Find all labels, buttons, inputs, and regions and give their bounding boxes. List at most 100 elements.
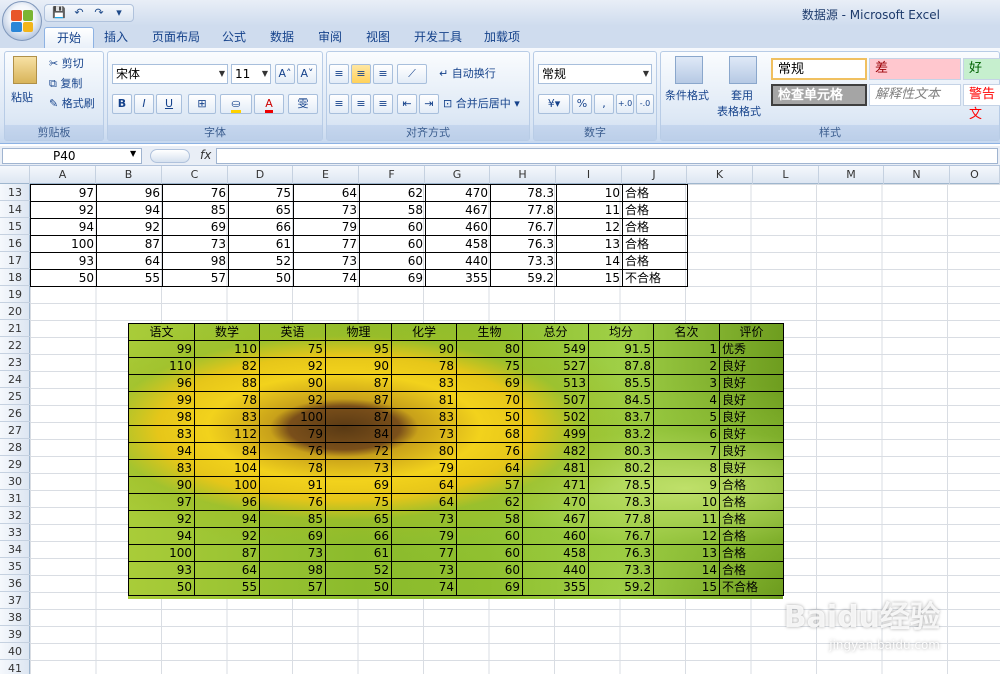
table-cell[interactable]: 良好	[719, 459, 784, 477]
table-cell[interactable]: 10	[556, 184, 623, 202]
table-cell[interactable]: 62	[456, 493, 523, 511]
table-cell[interactable]: 15	[653, 578, 720, 596]
phonetic-button[interactable]: 雯	[288, 94, 318, 114]
table-cell[interactable]: 合格	[719, 476, 784, 494]
decrease-decimal-button[interactable]: -.0	[636, 94, 654, 114]
font-color-button[interactable]: A	[254, 94, 284, 114]
table-cell[interactable]: 76	[259, 442, 326, 460]
table-cell[interactable]: 83	[128, 459, 195, 477]
table-cell[interactable]: 100	[259, 408, 326, 426]
table-cell[interactable]: 69	[162, 218, 229, 236]
table-cell[interactable]: 69	[259, 527, 326, 545]
style-bad[interactable]: 差	[869, 58, 961, 80]
row-header[interactable]: 24	[0, 371, 30, 388]
table-cell[interactable]: 95	[325, 340, 392, 358]
table-header-cell[interactable]: 生物	[456, 323, 523, 341]
table-cell[interactable]: 73.3	[490, 252, 557, 270]
table-cell[interactable]: 87	[325, 374, 392, 392]
table-cell[interactable]: 91	[259, 476, 326, 494]
table-cell[interactable]: 1	[653, 340, 720, 358]
row-header[interactable]: 17	[0, 252, 30, 269]
row-header[interactable]: 40	[0, 643, 30, 660]
table-cell[interactable]: 69	[456, 578, 523, 596]
align-left-button[interactable]: ≡	[329, 94, 349, 114]
table-cell[interactable]: 良好	[719, 374, 784, 392]
row-header[interactable]: 14	[0, 201, 30, 218]
italic-button[interactable]: I	[134, 94, 154, 114]
table-cell[interactable]: 合格	[622, 252, 688, 270]
table-cell[interactable]: 440	[425, 252, 491, 270]
table-cell[interactable]: 9	[653, 476, 720, 494]
table-cell[interactable]: 14	[653, 561, 720, 579]
table-cell[interactable]: 355	[522, 578, 589, 596]
redo-icon[interactable]: ↷	[91, 6, 107, 20]
table-cell[interactable]: 76.7	[588, 527, 654, 545]
table-cell[interactable]: 13	[653, 544, 720, 562]
table-cell[interactable]: 100	[128, 544, 195, 562]
table-cell[interactable]: 96	[194, 493, 260, 511]
table-cell[interactable]: 92	[128, 510, 195, 528]
table-cell[interactable]: 73	[391, 510, 457, 528]
merge-center-button[interactable]: ⊡ 合并后居中 ▾	[443, 96, 520, 112]
table-cell[interactable]: 50	[228, 269, 294, 287]
font-size-select[interactable]: 11 ▼	[231, 64, 271, 84]
tab-review[interactable]: 审阅	[306, 27, 354, 48]
table-cell[interactable]: 5	[653, 408, 720, 426]
table-cell[interactable]: 69	[359, 269, 426, 287]
table-cell[interactable]: 104	[194, 459, 260, 477]
table-cell[interactable]: 81	[391, 391, 457, 409]
row-header[interactable]: 29	[0, 456, 30, 473]
table-cell[interactable]: 98	[128, 408, 195, 426]
table-cell[interactable]: 96	[128, 374, 195, 392]
table-cell[interactable]: 合格	[719, 510, 784, 528]
table-cell[interactable]: 78.5	[588, 476, 654, 494]
table-header-cell[interactable]: 数学	[194, 323, 260, 341]
table-cell[interactable]: 482	[522, 442, 589, 460]
table-cell[interactable]: 87	[325, 391, 392, 409]
row-header[interactable]: 38	[0, 609, 30, 626]
table-cell[interactable]: 58	[359, 201, 426, 219]
table-cell[interactable]: 73	[293, 252, 360, 270]
table-cell[interactable]: 73	[391, 561, 457, 579]
office-button[interactable]	[2, 1, 42, 41]
grow-font-button[interactable]: A˄	[275, 64, 295, 84]
table-cell[interactable]: 90	[128, 476, 195, 494]
column-header[interactable]: B	[96, 166, 162, 184]
format-painter-button[interactable]: ✎ 格式刷	[49, 96, 95, 112]
row-header[interactable]: 32	[0, 507, 30, 524]
table-cell[interactable]: 92	[194, 527, 260, 545]
table-cell[interactable]: 64	[293, 184, 360, 202]
table-cell[interactable]: 467	[522, 510, 589, 528]
row-header[interactable]: 41	[0, 660, 30, 674]
table-cell[interactable]: 72	[325, 442, 392, 460]
table-cell[interactable]: 74	[293, 269, 360, 287]
font-name-select[interactable]: 宋体 ▼	[112, 64, 228, 84]
percent-button[interactable]: %	[572, 94, 592, 114]
row-header[interactable]: 13	[0, 184, 30, 201]
table-header-cell[interactable]: 物理	[325, 323, 392, 341]
table-cell[interactable]: 98	[162, 252, 229, 270]
table-cell[interactable]: 57	[259, 578, 326, 596]
table-cell[interactable]: 83	[128, 425, 195, 443]
table-cell[interactable]: 不合格	[622, 269, 688, 287]
table-cell[interactable]: 513	[522, 374, 589, 392]
align-right-button[interactable]: ≡	[373, 94, 393, 114]
table-cell[interactable]: 83	[391, 374, 457, 392]
table-format-button-line1[interactable]: 套用	[731, 88, 753, 104]
column-header[interactable]: E	[293, 166, 359, 184]
column-header[interactable]: D	[228, 166, 293, 184]
table-cell[interactable]: 83.2	[588, 425, 654, 443]
table-cell[interactable]: 65	[228, 201, 294, 219]
table-cell[interactable]: 64	[391, 476, 457, 494]
table-cell[interactable]: 55	[194, 578, 260, 596]
table-cell[interactable]: 355	[425, 269, 491, 287]
table-cell[interactable]: 14	[556, 252, 623, 270]
table-header-cell[interactable]: 化学	[391, 323, 457, 341]
table-cell[interactable]: 94	[194, 510, 260, 528]
column-header[interactable]: M	[819, 166, 884, 184]
table-cell[interactable]: 112	[194, 425, 260, 443]
row-header[interactable]: 31	[0, 490, 30, 507]
row-header[interactable]: 16	[0, 235, 30, 252]
table-cell[interactable]: 458	[425, 235, 491, 253]
table-cell[interactable]: 6	[653, 425, 720, 443]
